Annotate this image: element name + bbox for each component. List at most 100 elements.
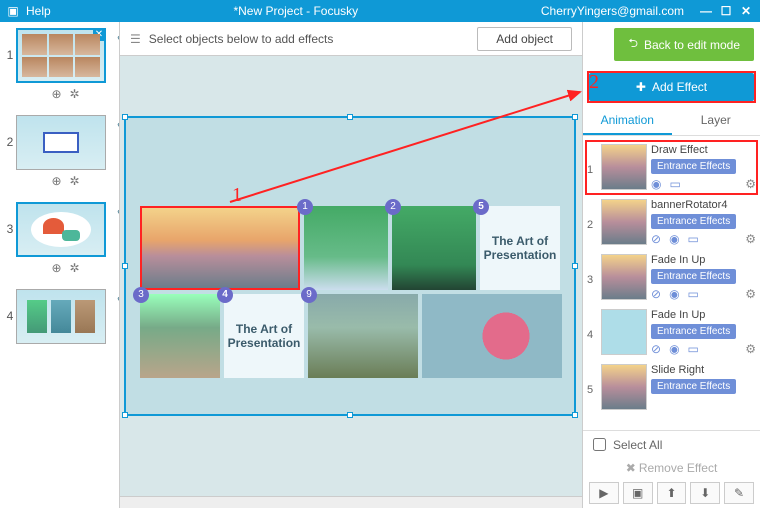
- eye-icon[interactable]: ◉: [669, 232, 679, 246]
- effect-index: 5: [587, 364, 597, 396]
- slide-number: 3: [4, 202, 16, 236]
- effect-title: bannerRotator4: [651, 199, 756, 211]
- present-icon[interactable]: ▭: [688, 287, 699, 301]
- select-all-input[interactable]: [593, 438, 606, 451]
- select-all-checkbox[interactable]: Select All: [589, 435, 754, 454]
- effect-tag[interactable]: Entrance Effects: [651, 269, 736, 284]
- back-to-edit-button[interactable]: ⮌ Back to edit mode: [614, 28, 754, 61]
- effect-title: Slide Right: [651, 364, 756, 376]
- callout-2: 2: [589, 71, 599, 94]
- play-button[interactable]: ▶: [589, 482, 619, 504]
- slide-number: 4: [4, 289, 16, 323]
- effect-item[interactable]: 3 1 Draw Effect Entrance Effects ◉ ▭ ⚙: [585, 140, 758, 195]
- gear-icon[interactable]: ⚙: [745, 342, 756, 356]
- effect-thumb[interactable]: [601, 199, 647, 245]
- play-icon[interactable]: ⊕: [51, 174, 61, 188]
- layers-icon[interactable]: ☰: [130, 32, 141, 46]
- slide-number: 1: [4, 28, 16, 62]
- play-icon[interactable]: ⊕: [51, 87, 61, 101]
- effect-item[interactable]: 2 bannerRotator4 Entrance Effects ⊘ ◉ ▭ …: [585, 195, 758, 250]
- effect-item[interactable]: 5 Slide Right Entrance Effects: [585, 360, 758, 414]
- remove-icon: ✖: [626, 461, 636, 475]
- effect-thumb[interactable]: [601, 364, 647, 410]
- image-object[interactable]: 3: [140, 294, 220, 378]
- eye-icon[interactable]: ◉: [651, 177, 661, 191]
- app-icon: ▣: [6, 4, 20, 18]
- seq-badge: 2: [385, 199, 401, 215]
- slide-number: 2: [4, 115, 16, 149]
- effect-tag[interactable]: Entrance Effects: [651, 324, 736, 339]
- image-object[interactable]: [422, 294, 562, 378]
- effects-toolbar: ☰ Select objects below to add effects Ad…: [120, 22, 582, 56]
- image-object[interactable]: 1: [304, 206, 388, 290]
- seq-badge: 3: [133, 287, 149, 303]
- gear-icon[interactable]: ✲: [70, 87, 80, 101]
- effects-list: 3 1 Draw Effect Entrance Effects ◉ ▭ ⚙ 2: [583, 136, 760, 430]
- effect-tag[interactable]: Entrance Effects: [651, 159, 736, 174]
- image-object[interactable]: 2: [392, 206, 476, 290]
- move-up-button[interactable]: ⬆: [657, 482, 687, 504]
- text-object[interactable]: 4 The Art of Presentation: [224, 294, 304, 378]
- add-effect-button[interactable]: ✚ Add Effect: [589, 73, 754, 101]
- gear-icon[interactable]: ⚙: [745, 232, 756, 246]
- slide-thumb[interactable]: ✕: [16, 28, 106, 83]
- gear-icon[interactable]: ✲: [70, 174, 80, 188]
- image-object[interactable]: [140, 206, 300, 290]
- maximize-button[interactable]: ☐: [718, 4, 734, 18]
- user-email[interactable]: CherryYingers@gmail.com: [541, 4, 684, 18]
- horizontal-scrollbar[interactable]: [120, 496, 582, 508]
- seq-badge: 4: [217, 287, 233, 303]
- effect-thumb[interactable]: [601, 144, 647, 190]
- slide-thumb[interactable]: [16, 202, 106, 257]
- effect-tag[interactable]: Entrance Effects: [651, 379, 736, 394]
- present-icon[interactable]: ▭: [688, 232, 699, 246]
- present-icon[interactable]: ▭: [688, 342, 699, 356]
- effect-thumb[interactable]: [601, 254, 647, 300]
- slide-thumb[interactable]: [16, 289, 106, 344]
- title-bar: ▣ Help *New Project - Focusky CherryYing…: [0, 0, 760, 22]
- tab-animation[interactable]: Animation: [583, 107, 672, 135]
- effect-title: Draw Effect: [651, 144, 756, 156]
- effect-title: Fade In Up: [651, 254, 756, 266]
- gear-icon[interactable]: ⚙: [745, 287, 756, 301]
- text-object[interactable]: 5 The Art of Presentation: [480, 206, 560, 290]
- effect-index: 4: [587, 309, 597, 341]
- effect-item[interactable]: 3 Fade In Up Entrance Effects ⊘ ◉ ▭ ⚙: [585, 250, 758, 305]
- seq-badge: 5: [473, 199, 489, 215]
- effect-title: Fade In Up: [651, 309, 756, 321]
- back-icon: ⮌: [628, 34, 638, 55]
- add-effect-icon: ✚: [636, 80, 646, 94]
- effect-index: 2: [587, 199, 597, 231]
- add-object-button[interactable]: Add object: [477, 27, 572, 51]
- canvas-area: ☰ Select objects below to add effects Ad…: [120, 22, 582, 508]
- link-icon[interactable]: ⊘: [651, 342, 661, 356]
- seq-badge: 1: [297, 199, 313, 215]
- gear-icon[interactable]: ⚙: [745, 177, 756, 191]
- tab-layer[interactable]: Layer: [672, 107, 760, 135]
- effect-tag[interactable]: Entrance Effects: [651, 214, 736, 229]
- window-title: *New Project - Focusky: [51, 4, 541, 18]
- preview-button[interactable]: ▣: [623, 482, 653, 504]
- eye-icon[interactable]: ◉: [669, 342, 679, 356]
- image-object[interactable]: 9: [308, 294, 418, 378]
- close-button[interactable]: ✕: [738, 4, 754, 18]
- link-icon[interactable]: ⊘: [651, 232, 661, 246]
- present-icon[interactable]: ▭: [669, 177, 680, 191]
- slide-thumb[interactable]: [16, 115, 106, 170]
- eye-icon[interactable]: ◉: [669, 287, 679, 301]
- toolbar-hint: Select objects below to add effects: [149, 32, 470, 46]
- seq-badge: 9: [301, 287, 317, 303]
- link-icon[interactable]: ⊘: [651, 287, 661, 301]
- gear-icon[interactable]: ✲: [70, 261, 80, 275]
- play-icon[interactable]: ⊕: [51, 261, 61, 275]
- more-button[interactable]: ✎: [724, 482, 754, 504]
- canvas[interactable]: 1 2 5 The Art of Presentation 3 4: [120, 56, 582, 496]
- help-menu[interactable]: Help: [26, 4, 51, 18]
- effect-item[interactable]: 4 Fade In Up Entrance Effects ⊘ ◉ ▭ ⚙: [585, 305, 758, 360]
- collage: 1 2 5 The Art of Presentation 3 4: [140, 206, 570, 378]
- remove-effect-button[interactable]: ✖ Remove Effect: [589, 458, 754, 478]
- move-down-button[interactable]: ⬇: [690, 482, 720, 504]
- minimize-button[interactable]: —: [698, 4, 714, 18]
- callout-1: 1: [232, 184, 242, 207]
- effect-thumb[interactable]: [601, 309, 647, 355]
